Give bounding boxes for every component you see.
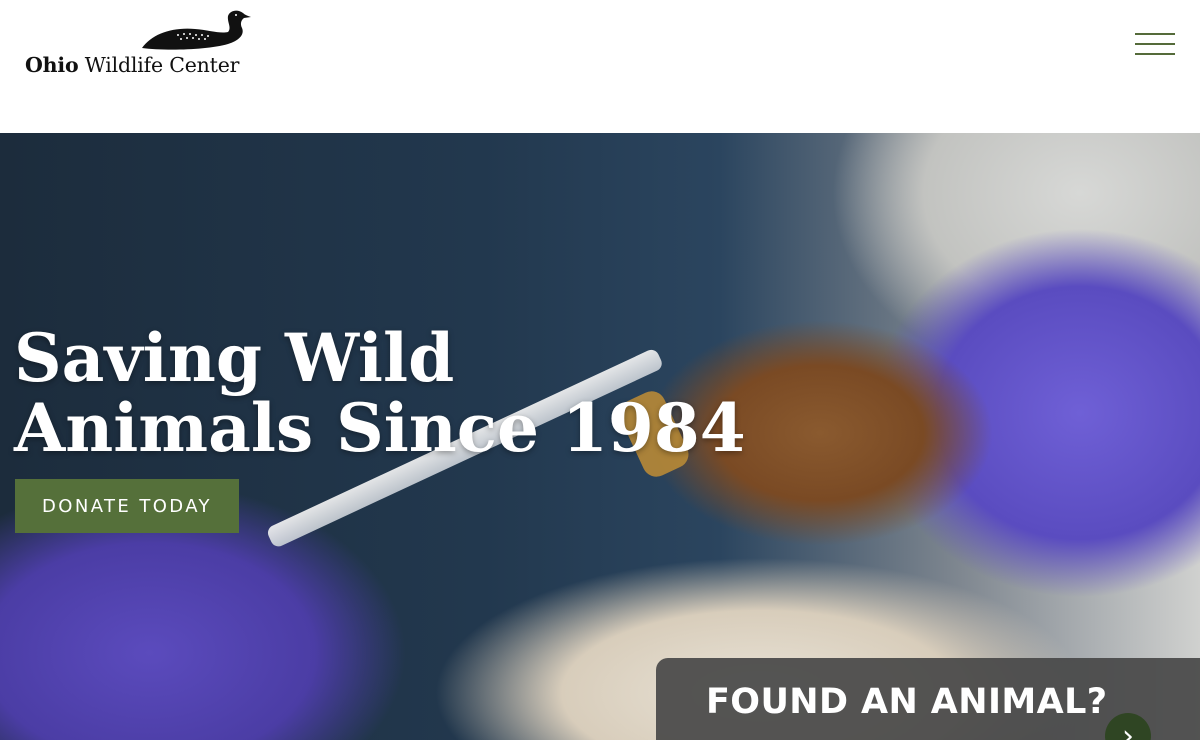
hero-title: Saving Wild Animals Since 1984 [14,319,746,467]
loon-icon [142,10,251,50]
site-header: Ohio Wildlife Center [0,0,1200,133]
hamburger-menu-icon[interactable] [1130,26,1180,62]
found-an-animal-label: FOUND AN ANIMAL? [706,682,1108,722]
site-logo[interactable]: Ohio Wildlife Center [24,8,254,80]
found-an-animal-panel[interactable]: FOUND AN ANIMAL? › [656,658,1200,740]
chevron-right-icon[interactable]: › [1105,713,1151,740]
hero-banner: Saving Wild Animals Since 1984 DONATE TO… [0,133,1200,740]
logo-text: Ohio Wildlife Center [25,53,240,77]
donate-button[interactable]: DONATE TODAY [15,479,239,533]
